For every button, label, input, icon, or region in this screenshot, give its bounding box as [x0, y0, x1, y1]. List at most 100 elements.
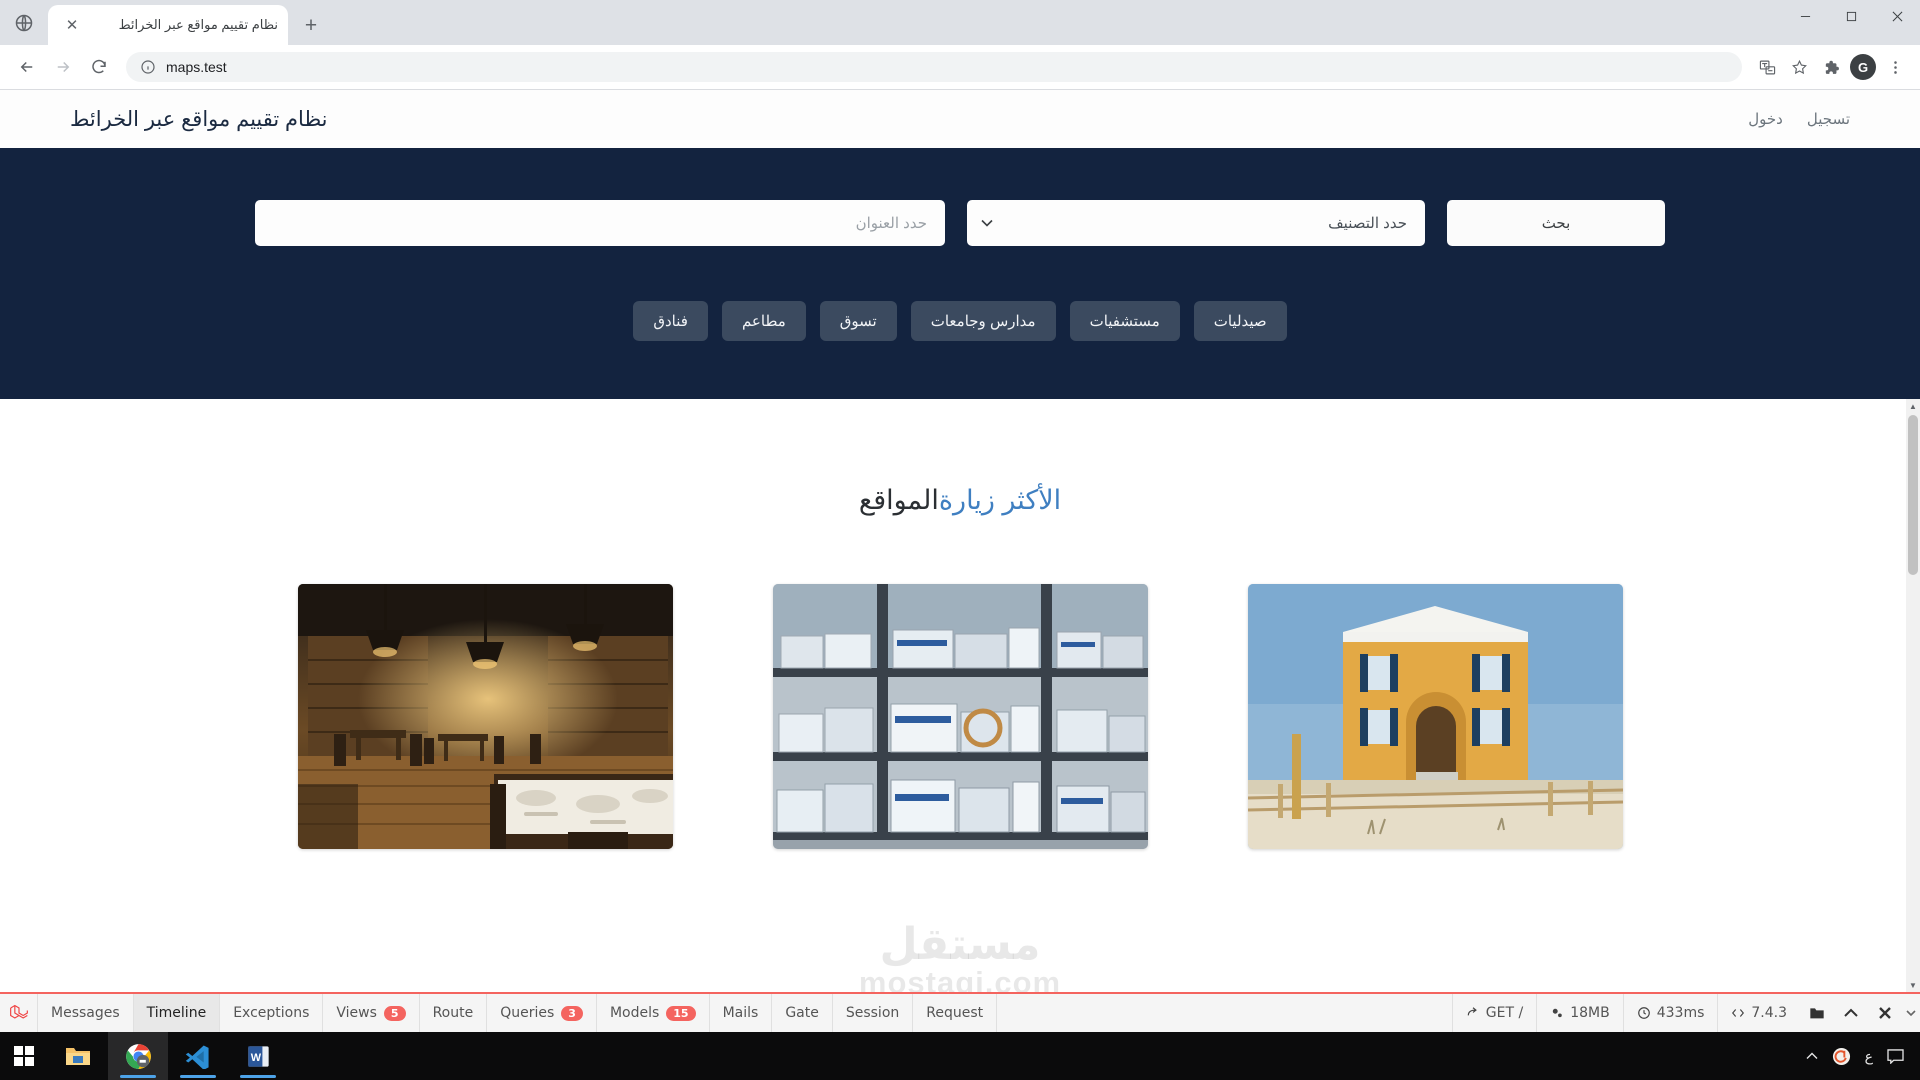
debug-tab-exceptions[interactable]: Exceptions: [220, 994, 324, 1032]
address-bar[interactable]: maps.test: [126, 52, 1742, 82]
chip-hospitals[interactable]: مستشفيات: [1069, 301, 1180, 341]
chip-shopping[interactable]: تسوق: [819, 301, 897, 341]
code-icon: [1732, 1009, 1745, 1017]
browser-toolbar: maps.test G: [0, 45, 1920, 90]
window-close-button[interactable]: [1874, 0, 1920, 32]
debugbar-resize-handle[interactable]: [1902, 994, 1920, 1032]
scrollbar-thumb[interactable]: [1908, 415, 1918, 575]
debug-tab-label: Models: [609, 1005, 660, 1021]
page-viewport: تسجيل دخول نظام تقييم مواقع عبر الخرائط …: [0, 90, 1920, 992]
category-select-wrapper: حدد التصنيففنادقمطاعمتسوقمدارس وجامعاتمس…: [967, 200, 1425, 246]
info-icon: [141, 60, 155, 74]
address-input[interactable]: [255, 200, 945, 246]
debug-tab-messages[interactable]: Messages: [38, 994, 134, 1032]
window-minimize-button[interactable]: [1782, 0, 1828, 32]
nav-link-login[interactable]: دخول: [1748, 110, 1783, 128]
nav-link-register[interactable]: تسجيل: [1807, 110, 1850, 128]
window-controls: [1782, 0, 1920, 45]
tray-show-hidden-icons[interactable]: [1806, 1052, 1818, 1060]
browser-app-icon: [0, 0, 48, 45]
tray-app-icon[interactable]: [1832, 1047, 1851, 1066]
scroll-down-arrow-icon[interactable]: ▼: [1906, 978, 1920, 992]
forward-button[interactable]: [46, 50, 80, 84]
debug-tab-models[interactable]: Models 15: [597, 994, 710, 1032]
folder-icon: [66, 1048, 90, 1065]
debug-tab-label: Views: [336, 1005, 377, 1021]
translate-icon[interactable]: [1752, 52, 1782, 82]
card-building-image: [1247, 584, 1623, 849]
debug-stat-memory: 18MB: [1536, 994, 1623, 1032]
browser-tabstrip: نظام تقييم مواقع عبر الخرائط ✕ +: [0, 0, 1920, 45]
browser-tab[interactable]: نظام تقييم مواقع عبر الخرائط ✕: [48, 5, 288, 45]
vscode-icon: [185, 1045, 209, 1069]
debug-tab-timeline[interactable]: Timeline: [133, 994, 221, 1032]
new-tab-button[interactable]: +: [294, 8, 328, 42]
debug-tab-request[interactable]: Request: [913, 994, 998, 1032]
section-heading-plain: المواقع: [858, 485, 939, 515]
debug-tab-gate[interactable]: Gate: [772, 994, 833, 1032]
system-tray: ع: [1806, 1047, 1920, 1066]
debug-tab-session[interactable]: Session: [833, 994, 914, 1032]
profile-avatar[interactable]: G: [1848, 52, 1878, 82]
window-maximize-button[interactable]: [1828, 0, 1874, 32]
debug-stat-time: 433ms: [1622, 994, 1718, 1032]
chrome-menu-icon[interactable]: [1880, 52, 1910, 82]
folder-icon[interactable]: [1800, 994, 1834, 1032]
tray-language-indicator[interactable]: ع: [1865, 1048, 1873, 1065]
gears-icon: [1553, 1008, 1563, 1018]
section-heading: الأكثر زيارةالمواقع: [0, 485, 1920, 516]
watermark-line1: مستقل: [879, 920, 1041, 969]
chrome-icon: [125, 1043, 151, 1069]
debug-tab-views[interactable]: Views 5: [323, 994, 420, 1032]
debug-tab-label: Route: [432, 1005, 474, 1021]
section-heading-accent: الأكثر زيارة: [938, 485, 1062, 515]
search-button[interactable]: بحث: [1447, 200, 1665, 246]
most-visited-section: الأكثر زيارةالمواقع مستقل mostaqi.com ▲ …: [0, 399, 1920, 992]
chip-pharmacies[interactable]: صيدليات: [1193, 301, 1287, 341]
taskbar-word[interactable]: W: [228, 1032, 288, 1080]
tray-action-center[interactable]: [1887, 1048, 1904, 1064]
taskbar-chrome[interactable]: [108, 1032, 168, 1080]
debug-tab-label: Request: [926, 1005, 984, 1021]
profile-avatar-initial: G: [1850, 54, 1876, 80]
debugbar-tabs: Messages Timeline Exceptions Views 5 Rou…: [38, 994, 998, 1032]
windows-start-icon[interactable]: [0, 1032, 48, 1080]
debug-tab-label: Messages: [51, 1005, 120, 1021]
card-building[interactable]: [1247, 584, 1623, 849]
laravel-logo-icon: [0, 994, 38, 1032]
extensions-puzzle-icon[interactable]: [1816, 52, 1846, 82]
debug-tab-label: Timeline: [146, 1005, 207, 1021]
debug-tab-label: Gate: [785, 1005, 819, 1021]
site-nav-links: تسجيل دخول: [1748, 110, 1850, 128]
chip-restaurants[interactable]: مطاعم: [721, 301, 806, 341]
category-chips: صيدليات مستشفيات مدارس وجامعات تسوق مطاع…: [0, 301, 1920, 341]
bookmark-star-icon[interactable]: [1784, 52, 1814, 82]
close-icon[interactable]: [1868, 994, 1902, 1032]
card-restaurant[interactable]: [297, 584, 673, 849]
debug-tab-mails[interactable]: Mails: [710, 994, 773, 1032]
close-icon[interactable]: ✕: [62, 15, 82, 35]
category-select[interactable]: حدد التصنيففنادقمطاعمتسوقمدارس وجامعاتمس…: [967, 200, 1425, 246]
page-scrollbar[interactable]: ▲ ▼: [1906, 399, 1920, 992]
debug-tab-queries[interactable]: Queries 3: [487, 994, 597, 1032]
reload-button[interactable]: [82, 50, 116, 84]
debug-tab-label: Session: [845, 1005, 900, 1021]
arrow-right-icon: [1467, 1007, 1477, 1016]
svg-text:W: W: [250, 1052, 261, 1064]
chip-hotels[interactable]: فنادق: [633, 301, 708, 341]
taskbar-vscode[interactable]: [168, 1032, 228, 1080]
chip-schools-universities[interactable]: مدارس وجامعات: [910, 301, 1056, 341]
taskbar-file-explorer[interactable]: [48, 1032, 108, 1080]
debug-tab-label: Exceptions: [233, 1005, 310, 1021]
scroll-up-arrow-icon[interactable]: ▲: [1906, 399, 1920, 413]
debug-tab-route[interactable]: Route: [420, 994, 488, 1032]
clock-icon: [1637, 1007, 1650, 1019]
debug-stat-label: GET /: [1485, 1005, 1524, 1021]
orange-circle-icon: [1832, 1047, 1850, 1065]
most-visited-cards: [0, 584, 1920, 849]
back-button[interactable]: [10, 50, 44, 84]
card-warehouse[interactable]: [772, 584, 1148, 849]
collapse-up-icon[interactable]: [1834, 994, 1868, 1032]
address-bar-url: maps.test: [166, 59, 227, 75]
card-restaurant-image: [297, 584, 673, 849]
